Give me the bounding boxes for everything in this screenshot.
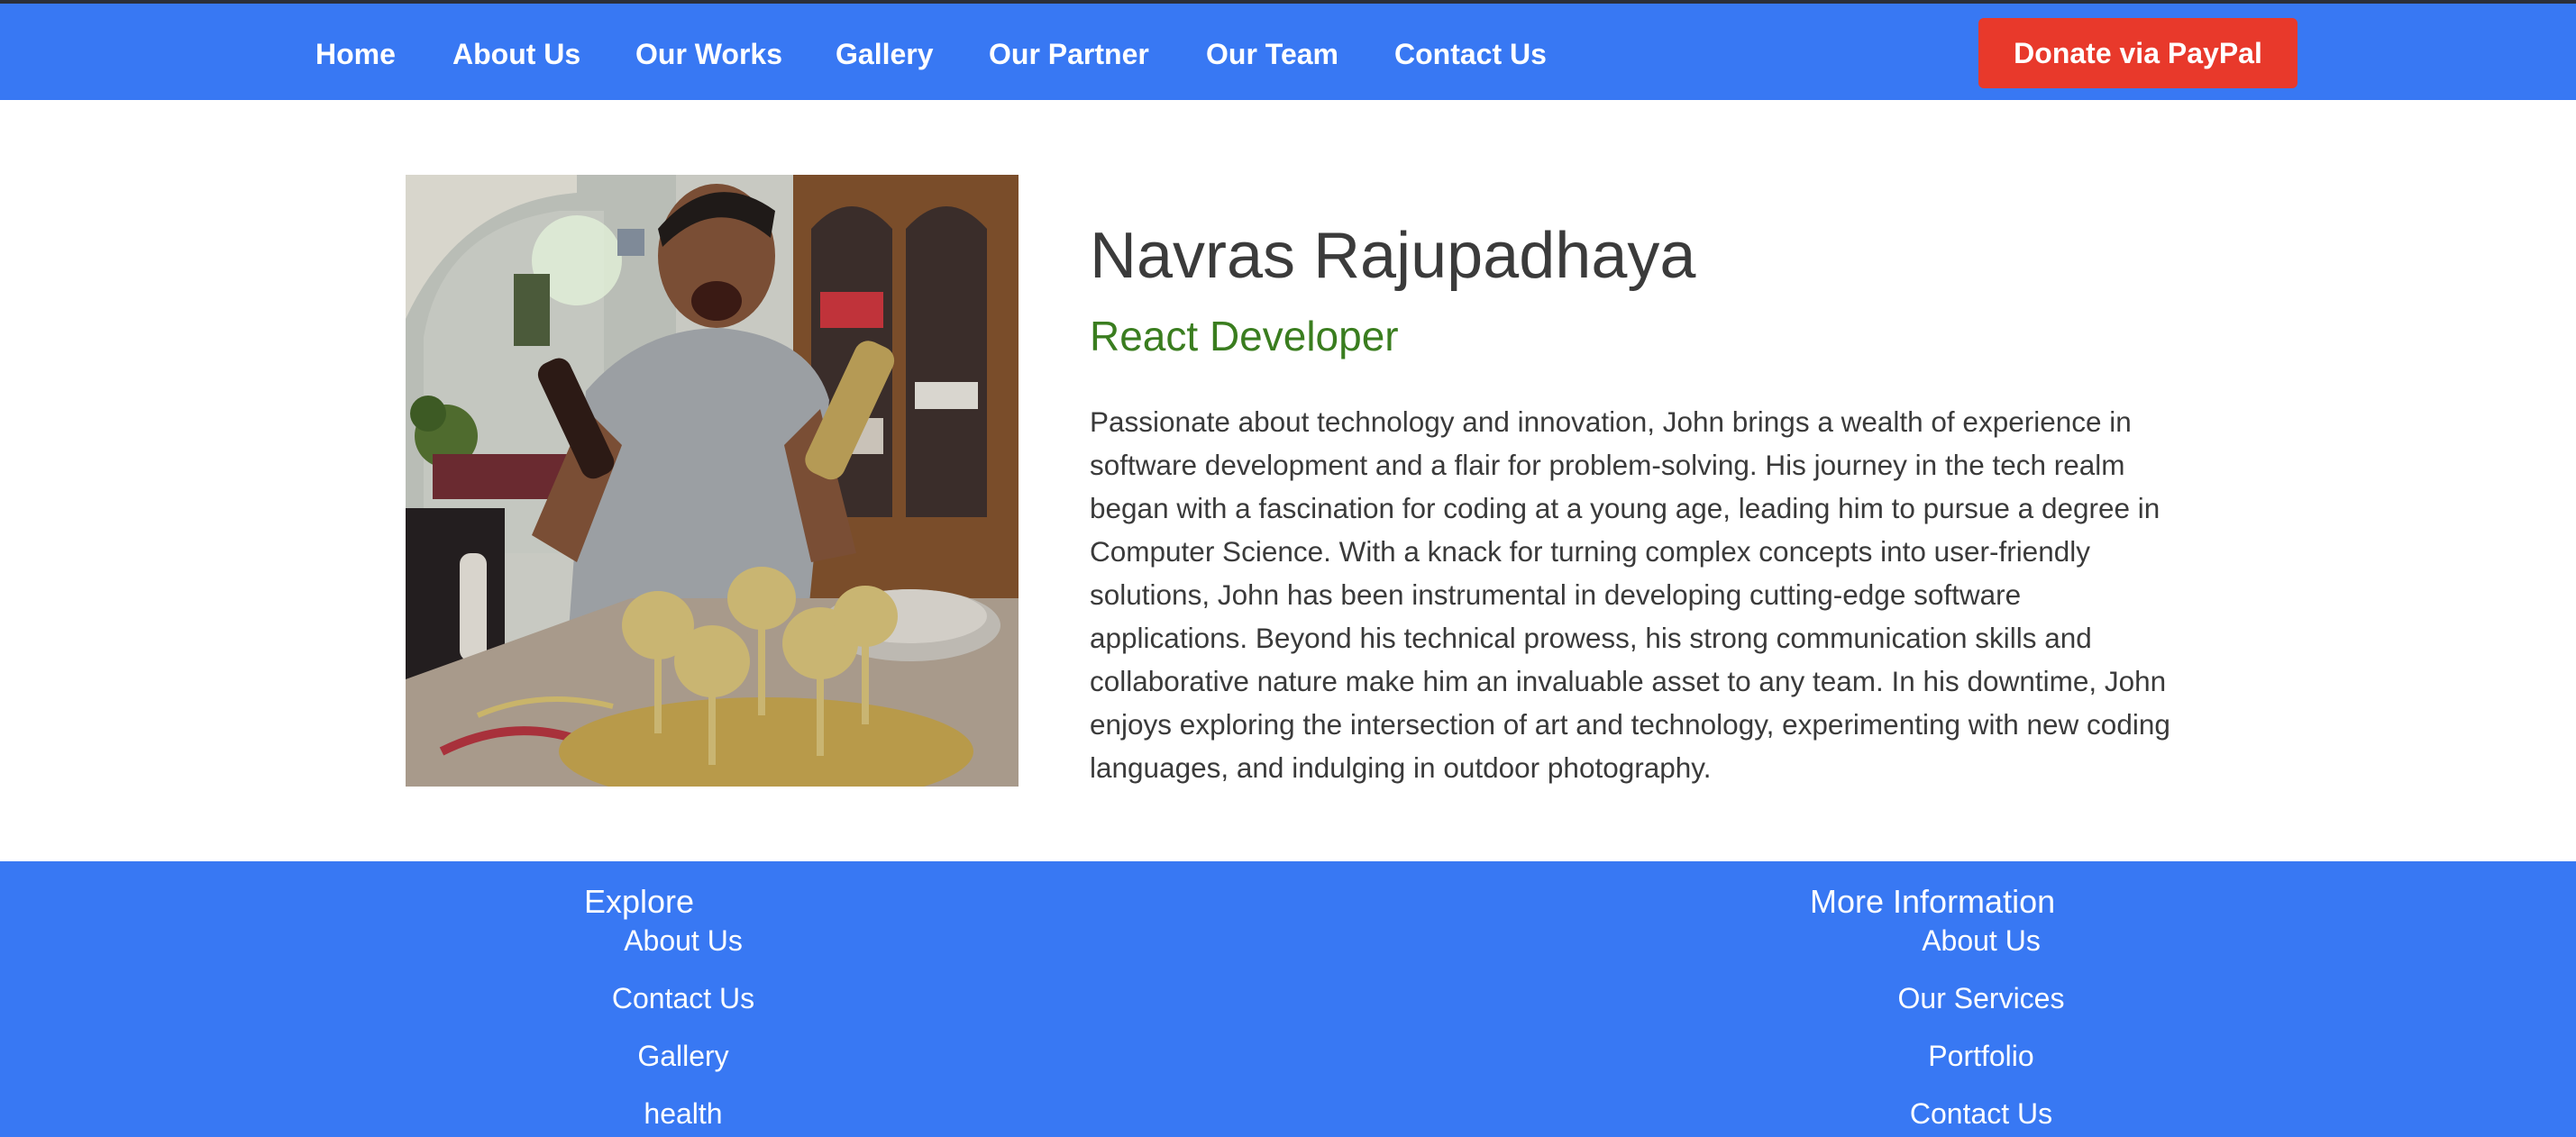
footer-more-info-link[interactable]: Contact Us: [1801, 1096, 2161, 1132]
footer-explore-link[interactable]: About Us: [503, 923, 863, 959]
nav-contact-us[interactable]: Contact Us: [1394, 36, 1547, 72]
nav-our-works[interactable]: Our Works: [635, 36, 782, 72]
footer-more-info-link[interactable]: Portfolio: [1801, 1038, 2161, 1074]
nav-home[interactable]: Home: [315, 36, 396, 72]
footer-more-info-heading: More Information: [1810, 883, 2056, 920]
footer-explore-link[interactable]: Contact Us: [503, 980, 863, 1016]
member-bio: Passionate about technology and innovati…: [1090, 405, 2170, 784]
footer-more-info-link[interactable]: Our Services: [1801, 980, 2161, 1016]
nav-about-us[interactable]: About Us: [452, 36, 580, 72]
top-navbar: Home About Us Our Works Gallery Our Part…: [0, 4, 2576, 100]
site-footer: [0, 861, 2576, 1137]
footer-explore-link[interactable]: Gallery: [503, 1038, 863, 1074]
nav-gallery[interactable]: Gallery: [836, 36, 934, 72]
nav-our-partner[interactable]: Our Partner: [989, 36, 1149, 72]
member-role: React Developer: [1090, 313, 1399, 359]
donate-paypal-button[interactable]: Donate via PayPal: [1978, 18, 2297, 88]
nav-our-team[interactable]: Our Team: [1206, 36, 1338, 72]
footer-explore-link[interactable]: health: [503, 1096, 863, 1132]
member-photo: [406, 175, 1019, 787]
footer-explore-heading: Explore: [584, 883, 695, 920]
member-name: Navras Rajupadhaya: [1090, 220, 1696, 292]
footer-more-info-link[interactable]: About Us: [1801, 923, 2161, 959]
